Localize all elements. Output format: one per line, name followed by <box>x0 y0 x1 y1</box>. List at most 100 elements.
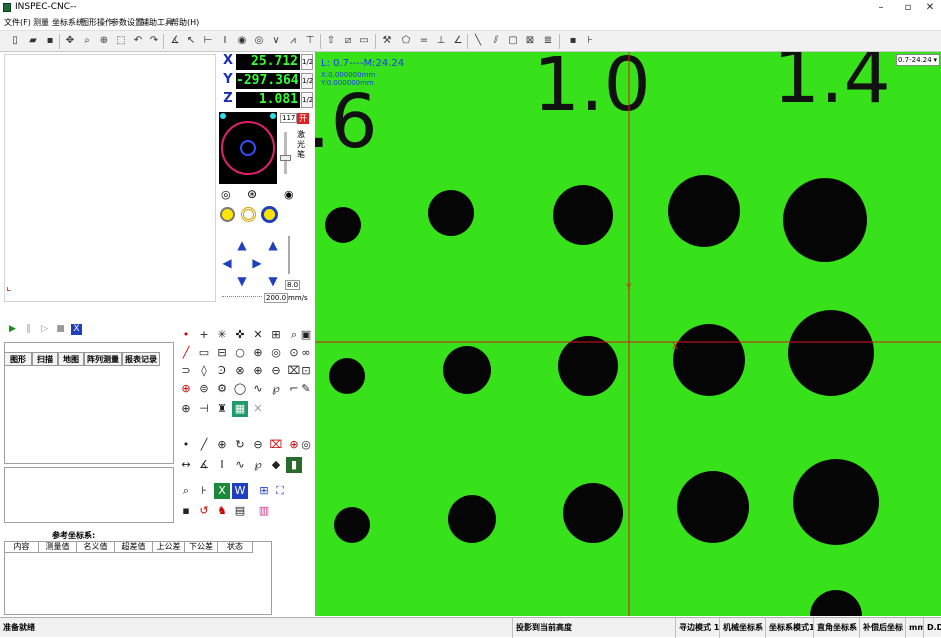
circle-cross-icon[interactable]: ⊕ <box>250 345 266 361</box>
menu-settings[interactable]: 参数设置 <box>111 17 143 28</box>
fit-window-icon[interactable]: ⛶ <box>272 483 288 499</box>
panel-icon[interactable]: ▮ <box>286 457 302 473</box>
program-list[interactable] <box>4 342 174 464</box>
tool-settings-icon[interactable]: ⚒ <box>380 34 394 48</box>
construct-ring-icon[interactable]: ◎ <box>298 437 314 453</box>
word-icon[interactable]: W <box>232 483 248 499</box>
arrow-tool-icon[interactable]: ↖ <box>184 34 198 48</box>
zoom-window-icon[interactable]: ⌕ <box>80 34 94 48</box>
light-mode-1-icon[interactable] <box>220 207 235 222</box>
undo-icon[interactable]: ↶ <box>131 34 145 48</box>
light-mode-2-icon[interactable] <box>241 207 256 222</box>
z-ratio-button[interactable]: 1/2 <box>301 92 313 108</box>
profile-icon[interactable]: ℘ <box>250 457 266 473</box>
slot-tool-icon[interactable]: ⊗ <box>232 363 248 379</box>
add-window-icon[interactable]: ⊞ <box>256 483 272 499</box>
x-ratio-button[interactable]: 1/2 <box>301 54 313 70</box>
arc-tool-icon[interactable]: ⊃ <box>178 363 194 379</box>
redo-icon[interactable]: ↷ <box>147 34 161 48</box>
save-icon[interactable]: ▪ <box>43 34 57 48</box>
move-left-button[interactable]: ◀ <box>220 256 234 270</box>
image-point-icon[interactable]: ▣ <box>298 327 314 343</box>
list-icon[interactable]: ≣ <box>541 34 555 48</box>
calculator-icon[interactable]: ▦ <box>232 401 248 417</box>
star-point-icon[interactable]: ✳ <box>214 327 230 343</box>
ring-icon[interactable]: ◯ <box>232 381 248 397</box>
construct-rect-icon[interactable]: ⌧ <box>268 437 284 453</box>
point-tool-icon[interactable]: • <box>178 327 194 343</box>
keyhole-icon[interactable]: ⊡ <box>298 363 314 379</box>
rectangle-icon[interactable]: ▢ <box>506 34 520 48</box>
circle-center-icon[interactable]: ◉ <box>235 34 249 48</box>
move-icon[interactable]: ✥ <box>63 34 77 48</box>
angle-distance-icon[interactable]: ⩘ <box>286 34 300 48</box>
menu-graphics[interactable]: 图形操作 <box>81 17 113 28</box>
line-icon[interactable]: ╲ <box>471 34 485 48</box>
edge-point-icon[interactable]: ⊞ <box>268 327 284 343</box>
height-icon[interactable]: Ⅰ <box>214 457 230 473</box>
ellipse-cross-icon[interactable]: ⊕ <box>250 363 266 379</box>
move-up-button[interactable]: ▲ <box>235 238 249 252</box>
circle-tool-icon[interactable]: ◎ <box>252 34 266 48</box>
home-icon[interactable]: ⇧ <box>324 34 338 48</box>
move-right-button[interactable]: ▶ <box>250 256 264 270</box>
ellipse-icon[interactable]: ⊖ <box>268 363 284 379</box>
open-folder-icon[interactable]: ▰ <box>26 34 40 48</box>
distance-icon[interactable]: ↔ <box>178 457 194 473</box>
freeform-icon[interactable]: ℘ <box>268 381 284 397</box>
speed-slider[interactable] <box>288 236 290 274</box>
excel-icon[interactable]: X <box>214 483 230 499</box>
construct-arc-icon[interactable]: ↻ <box>232 437 248 453</box>
pause-icon[interactable]: ‖ <box>23 324 34 335</box>
angle-icon[interactable]: ∠ <box>451 34 465 48</box>
window-icon[interactable]: ▭ <box>357 34 371 48</box>
gear-ring-icon[interactable]: ⚙ <box>214 381 230 397</box>
light-toggle-button[interactable]: 开 <box>297 113 309 124</box>
bottom-light-icon[interactable]: ◉ <box>284 188 294 201</box>
curve-icon[interactable]: ∿ <box>250 381 266 397</box>
origin-icon[interactable]: ⊦ <box>583 34 597 48</box>
doc-icon[interactable]: ▤ <box>232 503 248 519</box>
new-file-icon[interactable]: ▯ <box>8 34 22 48</box>
close-button[interactable]: ✕ <box>915 0 941 15</box>
segment-light-icon[interactable]: ⊛ <box>247 187 257 201</box>
datum-icon[interactable]: ⌕ <box>178 483 194 499</box>
excel-export-icon[interactable]: X <box>71 324 82 335</box>
reset-icon[interactable]: ↺ <box>196 503 212 519</box>
parallel-icon[interactable]: = <box>417 34 431 48</box>
arc-3-icon[interactable]: Ͽ <box>214 363 230 379</box>
wave-icon[interactable]: ∿ <box>232 457 248 473</box>
z-down-button[interactable]: ▼ <box>266 274 280 288</box>
circle-tool-icon[interactable]: ○ <box>232 345 248 361</box>
camera-viewport[interactable]: .6 1.0 1.4 Y X L: 0.7----M:24.24 X:0.000… <box>315 52 941 616</box>
perpendicular-icon[interactable]: ⊥ <box>434 34 448 48</box>
datum-2-icon[interactable]: ⊦ <box>196 483 212 499</box>
construct-ellipse-icon[interactable]: ⊖ <box>250 437 266 453</box>
construct-line-icon[interactable]: ╱ <box>196 437 212 453</box>
color-bars-icon[interactable]: ▥ <box>256 503 272 519</box>
cross-point-icon[interactable]: + <box>196 327 212 343</box>
light-slider-thumb[interactable] <box>280 155 291 161</box>
navigation-view[interactable] <box>4 54 216 302</box>
probe-icon[interactable]: ⊣ <box>196 401 212 417</box>
vertical-distance-icon[interactable]: Ⅰ <box>218 34 232 48</box>
menu-help[interactable]: 帮助(H) <box>171 17 199 28</box>
polygon-icon[interactable]: ⬠ <box>399 34 413 48</box>
construct-point-icon[interactable]: • <box>178 437 194 453</box>
line-tool-icon[interactable]: ╱ <box>178 345 194 361</box>
coaxial-light-icon[interactable]: ◎ <box>221 188 231 201</box>
menu-file[interactable]: 文件(F) <box>4 17 31 28</box>
stop-icon[interactable]: ■ <box>55 324 66 335</box>
add-circle-icon[interactable]: ⊕ <box>178 401 194 417</box>
menu-measure[interactable]: 测量 <box>33 17 49 28</box>
play-icon[interactable]: ▶ <box>7 324 18 335</box>
zoom-fit-icon[interactable]: ⬚ <box>114 34 128 48</box>
frame-icon[interactable]: ⧄ <box>341 34 355 48</box>
person-icon[interactable]: ♞ <box>214 503 230 519</box>
angle-measure-icon[interactable]: ∡ <box>196 457 212 473</box>
ring-light-view[interactable] <box>219 112 277 184</box>
ring-gauge-icon[interactable]: ⊕ <box>178 381 194 397</box>
rect-line-icon[interactable]: ▭ <box>196 345 212 361</box>
pencil-icon[interactable]: ✎ <box>298 381 314 397</box>
light-mode-3-icon[interactable] <box>261 206 278 223</box>
